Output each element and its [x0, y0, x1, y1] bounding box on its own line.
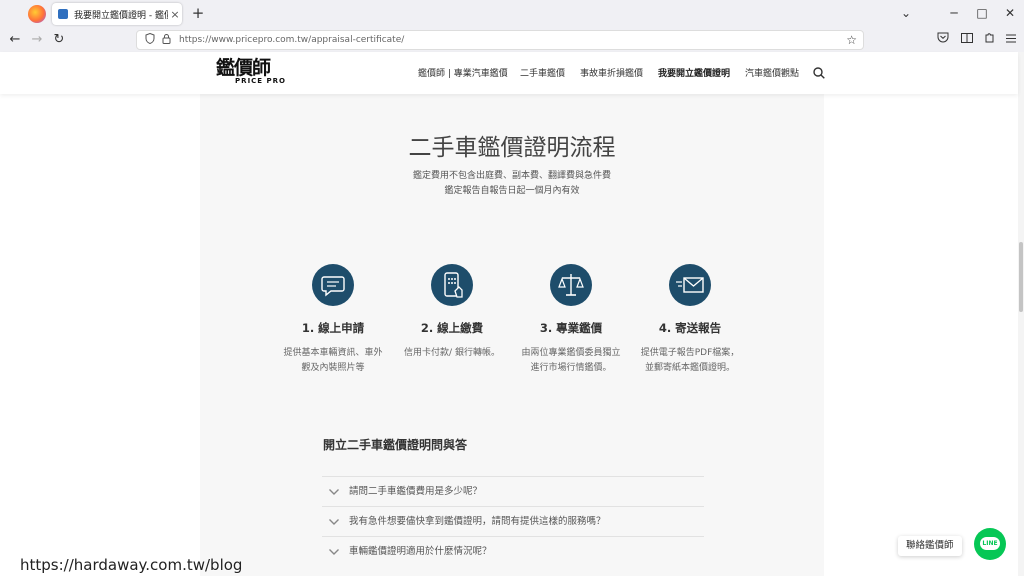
chevron-down-icon — [329, 548, 339, 555]
watermark: https://hardaway.com.tw/blog — [20, 556, 243, 574]
back-button[interactable]: ← — [6, 31, 24, 49]
nav-appraisal-certificate[interactable]: 我要開立鑑價證明 — [658, 66, 730, 79]
chevron-down-icon — [329, 488, 339, 495]
step-description: 提供電子報告PDF檔案，並郵寄紙本鑑價證明。 — [640, 348, 740, 373]
step-description: 由兩位專業鑑價委員獨立進行市場行情鑑價。 — [521, 348, 621, 373]
faq-question: 車輛鑑價證明適用於什麼情況呢？ — [349, 546, 492, 557]
scale-icon — [550, 264, 592, 306]
step-send-report: 4. 寄送報告 提供電子報告PDF檔案，並郵寄紙本鑑價證明。 — [635, 264, 745, 376]
step-apply-online: 1. 線上申請 提供基本車輛資訊、車外觀及內裝照片等 — [278, 264, 388, 376]
step-pay-online: 2. 線上繳費 信用卡付款/ 銀行轉帳。 — [397, 264, 507, 361]
subtitle-fees: 鑑定費用不包含出庭費、副本費、翻譯費與急件費 — [412, 171, 611, 181]
nav-home[interactable]: 鑑價師 | 專業汽車鑑價 — [418, 66, 508, 79]
browser-tab[interactable]: 我要開立鑑價證明 - 鑑價師 | 影 × — [52, 3, 182, 25]
tab-list-button[interactable]: ⌄ — [896, 4, 916, 22]
maximize-button[interactable]: □ — [972, 4, 992, 22]
line-chat-button[interactable]: LINE — [974, 528, 1006, 560]
contact-appraiser-label[interactable]: 聯絡鑑價師 — [898, 536, 962, 556]
new-tab-button[interactable]: + — [190, 4, 206, 22]
faq-question: 請問二手車鑑價費用是多少呢？ — [349, 486, 483, 497]
nav-accident-car-appraisal[interactable]: 事故車折損鑑價 — [580, 66, 643, 79]
page-title: 二手車鑑價證明流程 — [408, 135, 616, 161]
step-description: 提供基本車輛資訊、車外觀及內裝照片等 — [283, 348, 383, 373]
step-description: 信用卡付款/ 銀行轉帳。 — [404, 348, 500, 358]
site-favicon-icon — [58, 9, 68, 19]
extensions-icon[interactable] — [980, 31, 998, 49]
tab-title: 我要開立鑑價證明 - 鑑價師 | 影 — [74, 10, 168, 21]
firefox-menu-icon[interactable] — [28, 5, 46, 23]
lock-icon[interactable] — [159, 33, 173, 47]
step-title: 3. 專業鑑價 — [539, 321, 603, 335]
site-logo[interactable]: 鑑價師 PRICE PRO — [216, 58, 286, 88]
mobile-payment-icon — [431, 264, 473, 306]
address-bar[interactable]: https://www.pricepro.com.tw/appraisal-ce… — [136, 30, 864, 50]
logo-text: 鑑價師 — [216, 57, 271, 79]
search-icon[interactable] — [813, 64, 825, 79]
close-window-button[interactable]: ✕ — [1000, 4, 1020, 22]
faq-heading: 開立二手車鑑價證明問與答 — [323, 438, 468, 452]
tab-close-button[interactable]: × — [168, 8, 182, 21]
envelope-icon — [669, 264, 711, 306]
shield-icon[interactable] — [143, 32, 157, 47]
faq-item[interactable]: 請問二手車鑑價費用是多少呢？ — [322, 476, 704, 507]
browser-chrome: 我要開立鑑價證明 - 鑑價師 | 影 × + ⌄ ─ □ ✕ ← → ↻ htt… — [0, 0, 1024, 52]
chat-bubble-icon — [312, 264, 354, 306]
url-text[interactable]: https://www.pricepro.com.tw/appraisal-ce… — [179, 35, 404, 45]
page-scrollbar[interactable] — [1018, 52, 1024, 576]
step-title: 1. 線上申請 — [301, 321, 365, 335]
nav-used-car-appraisal[interactable]: 二手車鑑價 — [520, 66, 565, 79]
reader-view-icon[interactable] — [958, 31, 976, 49]
tab-strip: 我要開立鑑價證明 - 鑑價師 | 影 × + ⌄ ─ □ ✕ — [0, 0, 1024, 28]
main-content: 二手車鑑價證明流程 鑑定費用不包含出庭費、副本費、翻譯費與急件費 鑑定報告自報告… — [200, 94, 824, 576]
step-professional-appraisal: 3. 專業鑑價 由兩位專業鑑價委員獨立進行市場行情鑑價。 — [516, 264, 626, 376]
reload-button[interactable]: ↻ — [50, 31, 68, 49]
bookmark-star-icon[interactable]: ☆ — [846, 33, 857, 47]
chevron-down-icon — [329, 518, 339, 525]
step-title: 4. 寄送報告 — [658, 321, 722, 335]
pocket-icon[interactable] — [934, 31, 952, 49]
navigation-toolbar: ← → ↻ https://www.pricepro.com.tw/apprai… — [0, 28, 1024, 52]
app-menu-icon[interactable] — [1002, 31, 1020, 49]
site-header: 鑑價師 PRICE PRO 鑑價師 | 專業汽車鑑價 二手車鑑價 事故車折損鑑價… — [0, 52, 1018, 94]
subtitle-validity: 鑑定報告自報告日起一個月內有效 — [444, 186, 580, 196]
faq-question: 我有急件想要儘快拿到鑑價證明，請問有提供這樣的服務嗎？ — [349, 516, 606, 527]
nav-car-appraisal-insights[interactable]: 汽車鑑價觀點 — [745, 66, 799, 79]
faq-item[interactable]: 我有急件想要儘快拿到鑑價證明，請問有提供這樣的服務嗎？ — [322, 506, 704, 537]
faq-item[interactable]: 車輛鑑價證明適用於什麼情況呢？ — [322, 536, 704, 567]
forward-button[interactable]: → — [28, 31, 46, 49]
minimize-button[interactable]: ─ — [944, 4, 964, 22]
step-title: 2. 線上繳費 — [420, 321, 484, 335]
line-icon: LINE — [980, 537, 1000, 550]
scrollbar-thumb[interactable] — [1019, 242, 1023, 312]
